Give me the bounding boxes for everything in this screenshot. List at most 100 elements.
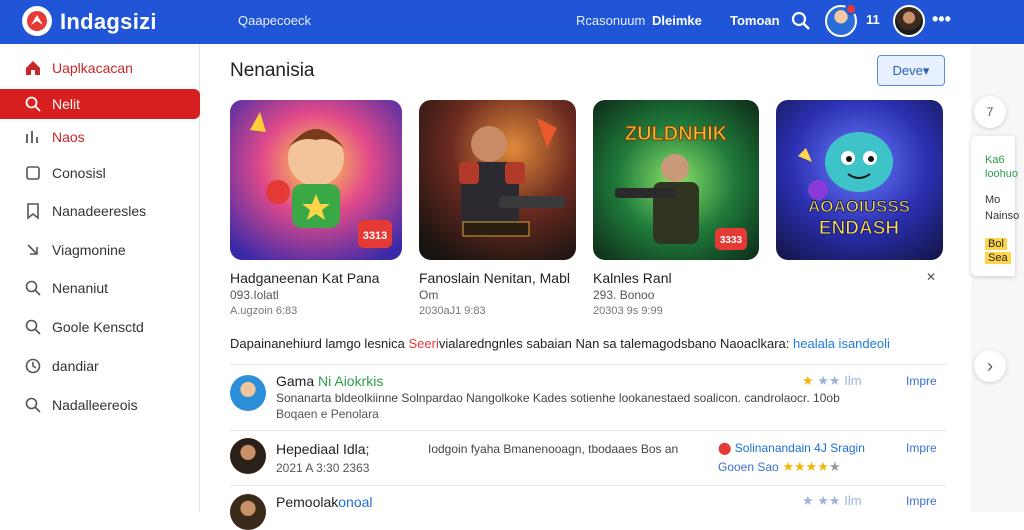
sidebar-item[interactable]: dandiar — [0, 351, 200, 381]
card-meta: 20303 9s 9:99 — [593, 305, 663, 317]
sidebar-item[interactable]: Viagmonine — [0, 235, 200, 265]
promo-line: Mo — [985, 194, 1001, 206]
sidebar-item[interactable]: Conosisl — [0, 158, 200, 188]
search-icon — [25, 397, 41, 413]
arrow-icon — [27, 244, 38, 255]
home-icon — [26, 61, 40, 75]
top-nav-link[interactable]: Rcasonuum — [576, 13, 645, 28]
list-item[interactable]: Gama Ni Aiokrkis Sonanarta bldeolkiinne … — [230, 364, 946, 430]
right-rail: 7 Ka6 loohuo Mo Nainso Bol Sea › — [971, 44, 1024, 512]
sidebar-item[interactable]: Naos — [0, 122, 200, 152]
close-icon[interactable]: ✕ — [926, 270, 936, 284]
rail-button[interactable]: 7 — [974, 96, 1006, 128]
promo-line: Ka6 — [985, 154, 1005, 166]
game-thumbnail[interactable]: 3313 — [230, 100, 402, 260]
promo-card[interactable]: Ka6 loohuo Mo Nainso Bol Sea — [971, 136, 1019, 276]
sidebar-item-label: Viagmonine — [52, 242, 126, 258]
top-nav-link[interactable]: Tomoan — [730, 13, 780, 28]
top-counter: 11 — [866, 12, 880, 27]
card-meta: 2030aJ1 9:83 — [419, 305, 486, 317]
sidebar-item-label: Nadalleereois — [52, 397, 138, 413]
section-link[interactable]: healala isandeoli — [793, 336, 890, 351]
square-icon — [26, 166, 40, 180]
section-lead: Dapainanehiurd lamgo lesnica — [230, 336, 405, 351]
chevron-right-icon[interactable]: › — [974, 350, 1006, 382]
main-content: Nenanisia Deve ▾ 3313 Hadganeenan Kat Pan… — [201, 44, 971, 530]
item-title[interactable]: Pemoolakonoal — [276, 494, 373, 510]
item-description: Sonanarta bldeolkiinne Solnpardao Nangol… — [276, 391, 840, 405]
sidebar-item-label: Conosisl — [52, 165, 106, 181]
game-card[interactable]: 3313 Hadganeenan Kat Pana 093.Iolatl A.u… — [230, 100, 402, 317]
sidebar-item[interactable]: Nenaniut — [0, 273, 200, 303]
app-logo-icon[interactable] — [22, 6, 52, 36]
card-badge-text: 3333 — [720, 235, 743, 246]
card-title[interactable]: Hadganeenan Kat Pana — [230, 270, 379, 286]
sidebar-item-label: Nelit — [52, 96, 81, 112]
rating-stars: Gooen Sao ★★★★★ — [718, 459, 841, 474]
chart-icon — [26, 131, 38, 143]
card-title[interactable]: Kalnles Ranl — [593, 270, 672, 286]
list-item[interactable]: Hepediaal Idla; 2021 A 3:30 2363 Iodgoin… — [230, 430, 946, 492]
card-subtitle: 093.Iolatl — [230, 288, 279, 302]
sidebar-item[interactable]: Nanadeeresles — [0, 196, 200, 226]
card-subtitle: 293. Bonoo — [593, 288, 655, 302]
sidebar-item[interactable]: Nadalleereois — [0, 390, 200, 420]
item-title[interactable]: Hepediaal Idla; — [276, 441, 369, 457]
sort-dropdown[interactable]: Deve ▾ — [877, 55, 945, 86]
sidebar-item-label: Uaplkacacan — [52, 60, 133, 76]
more-icon[interactable]: ••• — [932, 9, 951, 30]
promo-line: Nainso — [985, 210, 1020, 222]
brand-name[interactable]: Indagsizi — [60, 9, 157, 35]
page-title: Nenanisia — [230, 60, 315, 81]
promo-line: Bol — [985, 238, 1007, 250]
sidebar-item-label: Nanadeeresles — [52, 203, 147, 219]
rating-stars: ★ ★★ Ilm — [802, 493, 862, 508]
item-title[interactable]: Gama Ni Aiokrkis — [276, 373, 383, 389]
item-meta: 2021 A 3:30 2363 — [276, 461, 370, 475]
sidebar-item[interactable]: Goole Kensctd — [0, 312, 200, 342]
sidebar-item-home[interactable]: Uaplkacacan — [0, 53, 200, 83]
section-heading: Dapainanehiurd lamgo lesnica Seerivialar… — [230, 336, 890, 351]
dropdown-label: Deve — [892, 63, 923, 78]
avatar[interactable] — [230, 494, 266, 530]
sidebar-item-active[interactable]: Nelit — [0, 89, 200, 119]
promo-line: loohuo — [985, 168, 1019, 180]
game-thumbnail[interactable]: AOAOIUSSS ENDASH — [776, 100, 943, 260]
item-publisher[interactable]: ⬤ Solinanandain 4J Sragin — [718, 441, 865, 455]
card-art-title: AOAOIUSSS — [808, 197, 910, 216]
sidebar-item-label: Naos — [52, 129, 85, 145]
card-subtitle: Om — [419, 288, 439, 302]
card-title[interactable]: Fanoslain Nenitan, Mabl — [419, 270, 570, 286]
game-thumbnail[interactable]: ZULDNHIK 3333 — [593, 100, 759, 260]
chevron-down-icon: ▾ — [922, 62, 930, 78]
rating-stars: ★ ★★ Ilm — [802, 373, 862, 388]
avatar[interactable] — [230, 438, 266, 474]
game-card[interactable]: Fanoslain Nenitan, Mabl Om 2030aJ1 9:83 — [419, 100, 576, 317]
section-mid: vialaredngnles sabaian Nan sa talemagods… — [438, 336, 790, 351]
search-icon[interactable] — [790, 10, 812, 32]
game-thumbnail[interactable] — [419, 100, 576, 260]
game-card[interactable]: ZULDNHIK 3333 Kalnles Ranl 293. Bonoo 20… — [593, 100, 759, 317]
search-icon — [25, 280, 41, 296]
sidebar-item-label: dandiar — [52, 358, 99, 374]
section-highlight[interactable]: Seeri — [409, 336, 439, 351]
top-bar: Indagsizi Qaapecoeck Rcasonuum Dleimke T… — [0, 0, 1024, 44]
profile-avatar[interactable] — [893, 5, 925, 37]
item-meta: Boqaen e Penolara — [276, 407, 379, 421]
clock-icon — [25, 358, 41, 374]
item-link[interactable]: Impre — [906, 441, 937, 455]
bookmark-icon — [27, 203, 39, 220]
card-art-title: ENDASH — [819, 218, 899, 239]
game-card[interactable]: AOAOIUSSS ENDASH ✕ — [776, 100, 943, 284]
top-nav-link[interactable]: Qaapecoeck — [238, 13, 311, 28]
card-meta: A.ugzoin 6:83 — [230, 305, 298, 317]
notification-dot — [845, 3, 857, 15]
top-nav-link[interactable]: Dleimke — [652, 13, 702, 28]
list-item[interactable]: Pemoolakonoal ★ ★★ Ilm Impre — [230, 485, 946, 530]
item-link[interactable]: Impre — [906, 374, 937, 388]
card-badge-text: 3313 — [363, 230, 387, 242]
item-description: Iodgoin fyaha Bmanenooagn, tbodaaes Bos … — [428, 442, 679, 456]
avatar[interactable] — [230, 375, 266, 411]
item-link[interactable]: Impre — [906, 494, 937, 508]
sidebar-item-label: Goole Kensctd — [52, 319, 144, 335]
